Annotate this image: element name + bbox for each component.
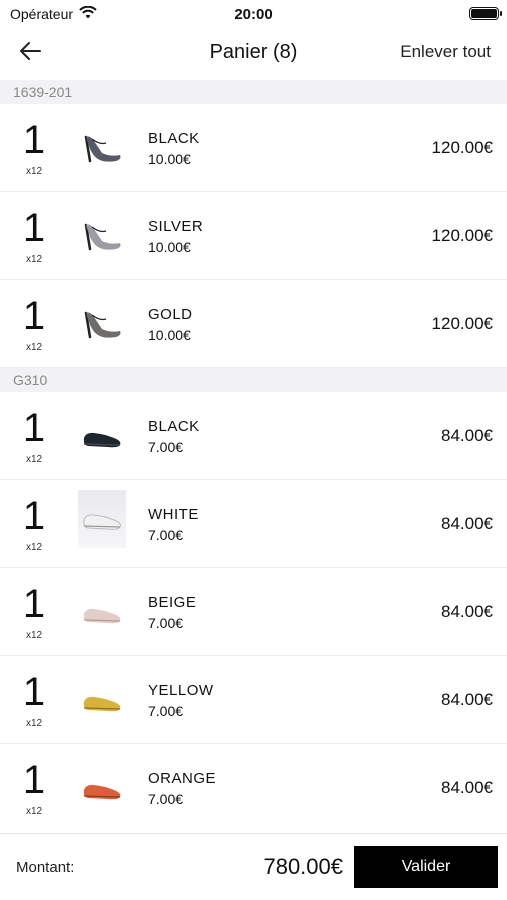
product-thumbnail [78,302,126,348]
amount-value: 780.00€ [263,854,343,879]
cart-item[interactable]: 1 x12 YELLOW 7.00€ 84.00€ [0,656,507,744]
item-color: ORANGE [148,770,217,787]
cart-item[interactable]: 1 x12 WHITE 7.00€ 84.00€ [0,480,507,568]
loafer-shoe-icon [83,784,121,800]
item-quantity: 1 [22,294,46,338]
nav-bar: Panier (8) Enlever tout [0,28,507,78]
heel-shoe-icon [84,223,121,251]
item-unit-price: 10.00€ [148,151,191,167]
item-quantity: 1 [22,670,46,714]
product-thumbnail [78,414,126,460]
item-total: 84.00€ [441,778,493,797]
item-total: 120.00€ [431,314,493,333]
item-pack-size: x12 [25,454,43,465]
status-bar: Opérateur 20:00 [0,0,507,28]
cart-item[interactable]: 1 x12 BEIGE 7.00€ 84.00€ [0,568,507,656]
item-pack-size: x12 [25,542,43,553]
loafer-shoe-icon [83,696,121,712]
cart-item[interactable]: 1 x12 BLACK 10.00€ 120.00€ [0,104,507,192]
product-thumbnail [78,678,126,724]
item-color: WHITE [148,506,199,523]
section-header: G310 [0,368,507,392]
clear-all-button[interactable]: Enlever tout [400,42,491,62]
product-thumbnail [78,590,126,636]
item-pack-size: x12 [25,630,43,641]
item-quantity: 1 [22,118,46,162]
item-pack-size: x12 [25,254,43,265]
item-quantity: 1 [22,494,46,538]
item-quantity: 1 [22,406,46,450]
item-total: 120.00€ [431,226,493,245]
cart-item[interactable]: 1 x12 ORANGE 7.00€ 84.00€ [0,744,507,832]
item-unit-price: 7.00€ [148,439,184,455]
cart-list: 1639-201 1 x12 BLACK 10.00€ 120.00€ 1 x1… [0,80,507,832]
amount-label: Montant: [16,859,75,876]
item-pack-size: x12 [25,166,43,177]
section-header: 1639-201 [0,80,507,104]
cart-item[interactable]: 1 x12 GOLD 10.00€ 120.00€ [0,280,507,368]
item-color: GOLD [148,306,193,323]
item-unit-price: 10.00€ [148,327,191,343]
status-time: 20:00 [234,6,273,23]
item-total: 84.00€ [441,602,493,621]
item-total: 120.00€ [431,138,493,157]
item-quantity: 1 [22,206,46,250]
item-color: SILVER [148,218,204,235]
item-quantity: 1 [22,758,46,802]
loafer-shoe-icon [83,432,121,448]
cart-item[interactable]: 1 x12 BLACK 7.00€ 84.00€ [0,392,507,480]
product-thumbnail [78,214,126,260]
item-total: 84.00€ [441,426,493,445]
item-pack-size: x12 [25,806,43,817]
loafer-shoe-icon [83,608,121,624]
item-unit-price: 10.00€ [148,239,191,255]
item-quantity: 1 [22,582,46,626]
product-thumbnail [78,126,126,172]
item-unit-price: 7.00€ [148,615,184,631]
item-color: BEIGE [148,594,197,611]
item-unit-price: 7.00€ [148,527,184,543]
item-color: BLACK [148,130,200,147]
loafer-shoe-icon [83,514,121,530]
product-thumbnail [78,766,126,812]
cart-item[interactable]: 1 x12 SILVER 10.00€ 120.00€ [0,192,507,280]
item-unit-price: 7.00€ [148,703,184,719]
battery-icon [469,7,502,20]
item-color: YELLOW [148,682,214,699]
heel-shoe-icon [84,135,121,163]
item-color: BLACK [148,418,200,435]
item-total: 84.00€ [441,690,493,709]
checkout-footer: Montant: 780.00€ Valider [0,834,507,900]
validate-button[interactable]: Valider [354,846,498,888]
item-pack-size: x12 [25,342,43,353]
heel-shoe-icon [84,311,121,339]
item-pack-size: x12 [25,718,43,729]
item-total: 84.00€ [441,514,493,533]
product-thumbnail [78,490,126,548]
item-unit-price: 7.00€ [148,791,184,807]
